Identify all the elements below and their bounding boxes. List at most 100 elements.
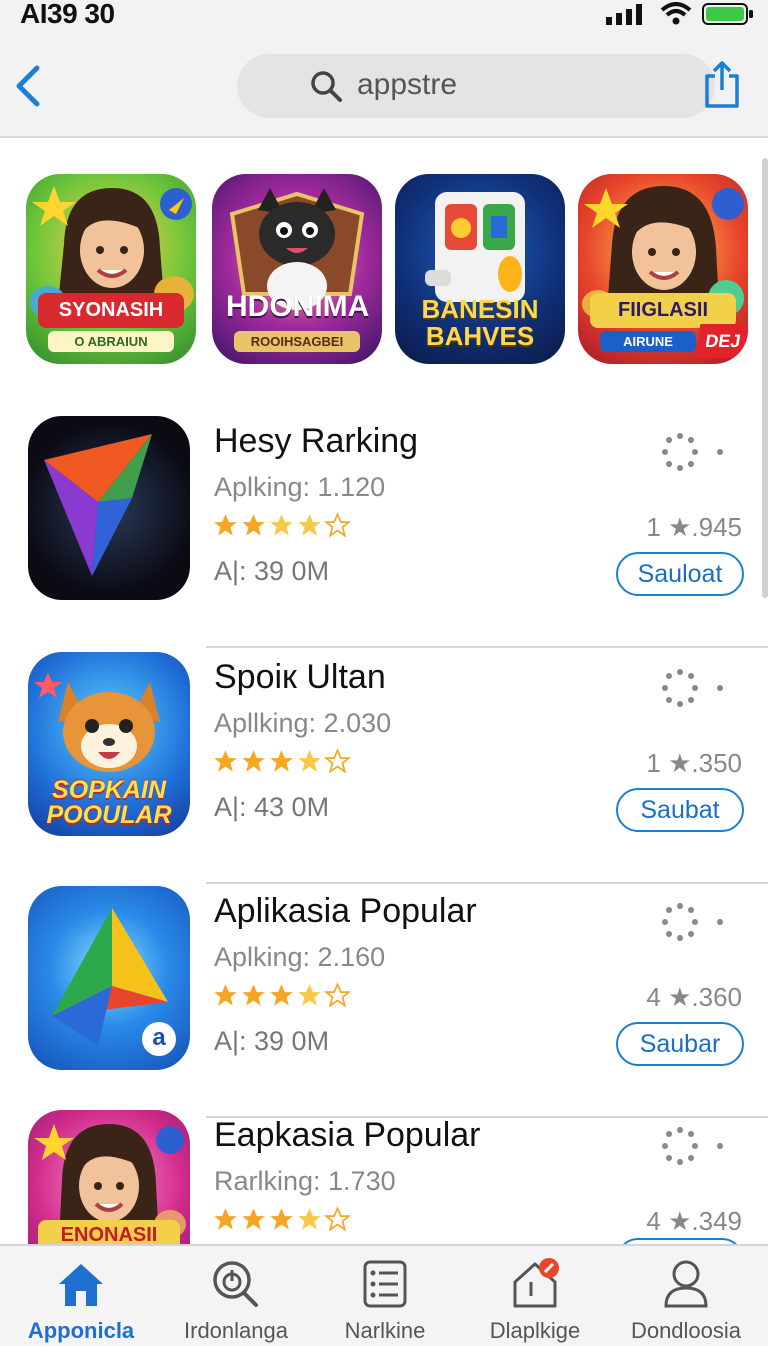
star-icon <box>242 984 265 1006</box>
app-icon-badge: a <box>142 1022 176 1056</box>
featured-app-title: HDONIMA <box>226 290 370 323</box>
paper-plane-icon <box>44 434 152 576</box>
star-rating <box>212 748 351 775</box>
featured-app-title: FIIGLASII <box>590 293 736 328</box>
app-row[interactable]: Hesy Rarking Aplking: 1.120 A|: 39 0M 1 … <box>0 416 768 648</box>
star-icon <box>214 750 237 772</box>
loading-spinner-icon[interactable] <box>660 668 740 708</box>
get-button[interactable]: Saubar <box>616 1022 744 1066</box>
star-icon <box>270 514 293 536</box>
app-icon-text: SOPKAIN POOULAR <box>46 776 172 829</box>
share-button[interactable] <box>702 60 746 112</box>
tab-label: Irdonlanga <box>184 1318 288 1343</box>
app-icon-text: ENONASII <box>38 1220 180 1244</box>
app-row[interactable]: ENONASII Eapkasia Popular Rarlking: 1.73… <box>0 1110 768 1244</box>
app-icon-paper-plane[interactable] <box>28 416 190 600</box>
star-icon <box>270 1208 293 1230</box>
star-outline-icon <box>324 982 351 1008</box>
tab-label: Apponicla <box>27 1318 135 1343</box>
get-button[interactable]: Saubat <box>616 788 744 832</box>
review-count: 4 ★.349 <box>646 1206 742 1236</box>
nav-bar: appstre <box>0 40 768 138</box>
featured-app-subtitle: O ABRAIUN <box>48 331 174 352</box>
star-icon <box>242 1208 265 1230</box>
star-icon <box>298 1208 321 1230</box>
star-icon <box>214 984 237 1006</box>
home-icon <box>59 1264 103 1306</box>
app-ranking: Aplking: 1.120 <box>214 472 386 502</box>
app-ranking: Apllking: 2.030 <box>214 708 392 738</box>
app-ranking: Aplking: 2.160 <box>214 942 386 972</box>
featured-app-4[interactable]: FIIGLASII AIRUNE DEJ <box>578 174 748 364</box>
featured-carousel: SYONASIH O ABRAIUN HDONIMA ROOIHSAGBEI B… <box>0 138 768 388</box>
featured-app-2[interactable]: HDONIMA ROOIHSAGBEI <box>212 174 382 364</box>
loading-spinner-icon[interactable] <box>660 902 740 942</box>
search-query: appstre <box>357 68 458 101</box>
status-indicators <box>604 2 754 26</box>
app-row[interactable]: SOPKAIN POOULAR Spoiк Ultan Apllking: 2.… <box>0 652 768 884</box>
review-count: 1 ★.945 <box>646 512 742 542</box>
app-name: Hesy Rarking <box>214 422 419 460</box>
battery-icon <box>702 3 753 25</box>
chevron-left-icon <box>16 65 40 107</box>
star-icon <box>214 514 237 536</box>
app-size: A|: 39 0M <box>214 1026 330 1056</box>
app-icon-girl[interactable]: ENONASII <box>28 1110 190 1244</box>
featured-app-badge: DEJ <box>695 324 748 358</box>
tab-search[interactable]: Irdonlanga <box>161 1246 311 1346</box>
tab-label: Dondloosia <box>630 1318 742 1343</box>
signal-icon <box>606 4 642 25</box>
star-outline-icon <box>324 1206 351 1232</box>
tab-list[interactable]: Narlkine <box>310 1246 460 1346</box>
featured-app-subtitle: ROOIHSAGBEI <box>234 331 360 352</box>
loading-spinner-icon[interactable] <box>660 432 740 472</box>
star-icon <box>298 514 321 536</box>
star-icon <box>214 1208 237 1230</box>
tab-label: Dlaplkige <box>489 1318 581 1343</box>
tab-bar: Apponicla Irdonlanga Narlkine Dlaplkige <box>0 1244 768 1346</box>
row-divider <box>206 882 768 884</box>
loading-spinner-icon[interactable] <box>660 1126 740 1166</box>
app-name: Eapkasia Popular <box>214 1116 481 1154</box>
review-count: 4 ★.360 <box>646 982 742 1012</box>
search-icon <box>311 71 342 102</box>
app-row[interactable]: a Aplikasia Popular Aplking: 2.160 A|: 3… <box>0 886 768 1118</box>
star-icon <box>270 984 293 1006</box>
tab-updates[interactable]: Dlaplkige <box>460 1246 610 1346</box>
tab-apps[interactable]: Apponicla <box>6 1246 156 1346</box>
app-name: Spoiк Ultan <box>214 658 386 696</box>
review-count: 1 ★.350 <box>646 748 742 778</box>
featured-app-title: BANESIN BAHVES <box>421 294 539 351</box>
row-divider <box>206 646 768 648</box>
person-icon <box>664 1260 708 1308</box>
search-field[interactable]: appstre <box>237 54 715 118</box>
star-outline-icon <box>324 748 351 774</box>
house-badge-icon <box>513 1258 559 1308</box>
featured-app-3[interactable]: BANESIN BAHVES <box>395 174 565 364</box>
app-name: Aplikasia Popular <box>214 892 477 930</box>
app-size: A|: 43 0M <box>214 792 330 822</box>
search-icon <box>213 1261 258 1307</box>
star-icon <box>242 750 265 772</box>
featured-app-1[interactable]: SYONASIH O ABRAIUN <box>26 174 196 364</box>
app-icon-triangle[interactable]: a <box>28 886 190 1070</box>
star-icon <box>298 984 321 1006</box>
app-size: A|: 39 0M <box>214 556 330 586</box>
share-icon <box>705 61 739 108</box>
tab-account[interactable]: Dondloosia <box>611 1246 761 1346</box>
list-icon <box>363 1260 407 1308</box>
star-rating <box>212 512 351 539</box>
featured-app-title: SYONASIH <box>38 293 184 328</box>
app-ranking: Rarlking: 1.730 <box>214 1166 396 1196</box>
star-rating <box>212 982 351 1009</box>
star-outline-icon <box>324 512 351 538</box>
back-button[interactable] <box>6 64 50 108</box>
get-button[interactable]: Sauloat <box>616 552 744 596</box>
status-time: AI39 30 <box>20 0 115 29</box>
featured-app-subtitle: AIRUNE <box>600 331 696 352</box>
star-icon <box>270 750 293 772</box>
status-bar: AI39 30 <box>0 0 768 40</box>
star-icon <box>298 750 321 772</box>
app-icon-fox[interactable]: SOPKAIN POOULAR <box>28 652 190 836</box>
wifi-icon <box>660 2 692 25</box>
